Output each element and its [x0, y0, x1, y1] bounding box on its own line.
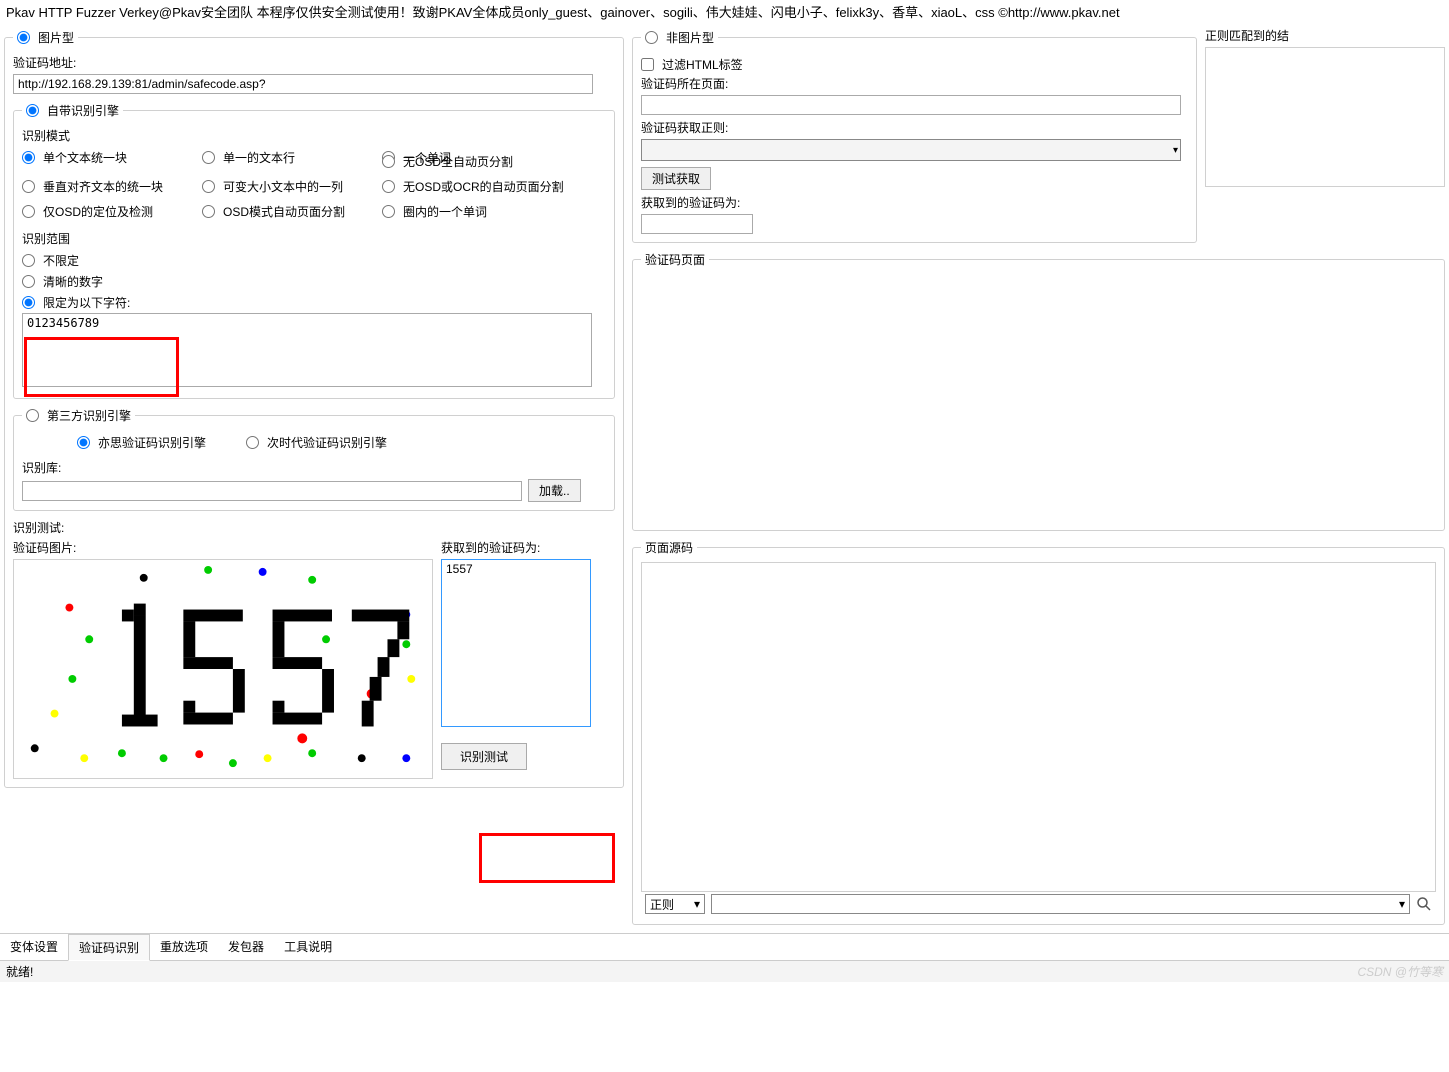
recognition-lib-input[interactable] [22, 481, 522, 501]
test-label: 识别测试: [13, 519, 615, 536]
captcha-page-legend: 验证码页面 [641, 251, 709, 268]
range-clear-digits[interactable]: 清晰的数字 [22, 271, 606, 292]
left-panel: 图片型 验证码地址: 自带识别引擎 识别模式 单个文本统一块 单一的文本行 一个… [4, 27, 624, 929]
title-bar: Pkav HTTP Fuzzer Verkey@Pkav安全团队 本程序仅供安全… [0, 0, 1449, 23]
image-type-group: 图片型 验证码地址: 自带识别引擎 识别模式 单个文本统一块 单一的文本行 一个… [4, 27, 624, 788]
lib-label: 识别库: [22, 459, 606, 476]
mode-single-line[interactable]: 单一的文本行 [202, 147, 382, 168]
range-label: 识别范围 [22, 230, 606, 247]
mode-vertical[interactable]: 垂直对齐文本的统一块 [22, 176, 202, 197]
tab-sender[interactable]: 发包器 [218, 934, 274, 960]
captcha-address-input[interactable] [13, 74, 593, 94]
captcha-image-label: 验证码图片: [13, 539, 433, 556]
captcha-page-view: 验证码页面 [632, 251, 1445, 531]
tab-tool-help[interactable]: 工具说明 [274, 934, 342, 960]
limit-chars-input[interactable]: 0123456789 [22, 313, 592, 387]
mode-circle-word[interactable]: 圈内的一个单词 [382, 201, 602, 222]
watermark: CSDN @竹等寒 [1357, 963, 1443, 980]
addr-label: 验证码地址: [13, 54, 615, 71]
mode-osd-only[interactable]: 仅OSD的定位及检测 [22, 201, 202, 222]
chevron-down-icon: ▾ [1399, 897, 1405, 911]
status-text: 就绪! [6, 963, 33, 980]
bottom-tabs: 变体设置 验证码识别 重放选项 发包器 工具说明 [0, 933, 1449, 961]
page-source-legend: 页面源码 [641, 539, 697, 556]
page-source-group: 页面源码 正则▾ ▾ [632, 539, 1445, 925]
recognize-test-button[interactable]: 识别测试 [441, 743, 527, 770]
mode-noosd-auto[interactable]: 无OSD全自动页分割 [382, 150, 602, 172]
mode-osd-auto[interactable]: OSD模式自动页面分割 [202, 201, 382, 222]
rec-mode-label: 识别模式 [22, 127, 606, 144]
range-limit-chars[interactable]: 限定为以下字符: [22, 292, 606, 313]
chevron-down-icon: ▾ [1173, 145, 1178, 156]
mode-noosd-ocr[interactable]: 无OSD或OCR的自动页面分割 [382, 176, 602, 197]
page-source-area[interactable] [641, 562, 1436, 892]
regex-combo[interactable]: ▾ [641, 139, 1181, 161]
tab-captcha-recognition[interactable]: 验证码识别 [68, 934, 150, 961]
third-party-engine-group: 第三方识别引擎 亦思验证码识别引擎 次时代验证码识别引擎 识别库: 加载.. [13, 405, 615, 511]
captcha-image [13, 559, 433, 779]
page-url-label: 验证码所在页面: [641, 75, 1188, 92]
load-button[interactable]: 加载.. [528, 479, 581, 502]
highlight-box-2 [479, 833, 615, 883]
image-type-radio[interactable]: 图片型 [17, 27, 74, 48]
tab-replay-options[interactable]: 重放选项 [150, 934, 218, 960]
regex-label: 验证码获取正则: [641, 119, 1188, 136]
third-opt-yisi[interactable]: 亦思验证码识别引擎 [77, 432, 206, 453]
right-panel: 非图片型 过滤HTML标签 验证码所在页面: 验证码获取正则: ▾ 测试获取 获… [632, 27, 1445, 929]
mode-variable-col[interactable]: 可变大小文本中的一列 [202, 176, 382, 197]
got-captcha-label: 获取到的验证码为: [441, 539, 591, 556]
search-icon[interactable] [1416, 896, 1432, 912]
regex-result-box [1205, 47, 1445, 187]
regex-input-dropdown[interactable]: ▾ [711, 894, 1410, 914]
non-image-type-group: 非图片型 过滤HTML标签 验证码所在页面: 验证码获取正则: ▾ 测试获取 获… [632, 27, 1197, 243]
builtin-engine-group: 自带识别引擎 识别模式 单个文本统一块 单一的文本行 一个单词 无OSD全自动页… [13, 100, 615, 399]
captcha-page-input[interactable] [641, 95, 1181, 115]
non-image-radio[interactable]: 非图片型 [645, 27, 714, 48]
regex-mode-dropdown[interactable]: 正则▾ [645, 894, 705, 914]
chevron-down-icon: ▾ [694, 897, 700, 911]
got-label-right: 获取到的验证码为: [641, 194, 1188, 211]
range-unlimited[interactable]: 不限定 [22, 250, 606, 271]
tab-variant-settings[interactable]: 变体设置 [0, 934, 68, 960]
main-content: 图片型 验证码地址: 自带识别引擎 识别模式 单个文本统一块 单一的文本行 一个… [0, 23, 1449, 933]
mode-single-block[interactable]: 单个文本统一块 [22, 147, 202, 168]
status-bar: 就绪! CSDN @竹等寒 [0, 961, 1449, 982]
regex-result-label: 正则匹配到的结 [1205, 27, 1445, 44]
filter-html-checkbox[interactable]: 过滤HTML标签 [641, 54, 1188, 75]
third-opt-cishi[interactable]: 次时代验证码识别引擎 [246, 432, 387, 453]
test-get-button[interactable]: 测试获取 [641, 167, 711, 190]
third-party-radio[interactable]: 第三方识别引擎 [26, 405, 131, 426]
builtin-engine-radio[interactable]: 自带识别引擎 [26, 100, 119, 121]
captcha-result-box[interactable]: 1557 [441, 559, 591, 727]
got-captcha-input[interactable] [641, 214, 753, 234]
